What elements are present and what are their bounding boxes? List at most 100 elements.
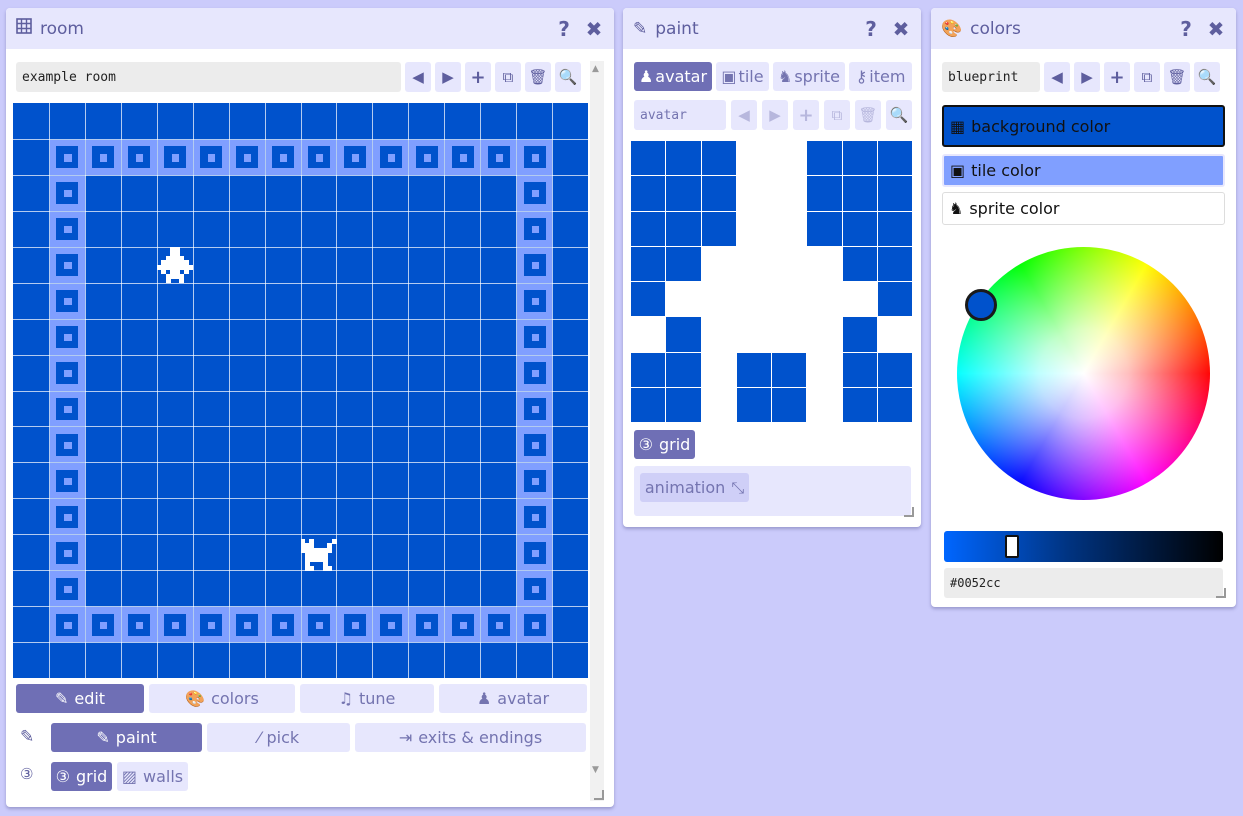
paint-pixel[interactable]	[701, 176, 737, 212]
close-button[interactable]: ✖	[1206, 19, 1226, 39]
avatar-sprite[interactable]	[156, 246, 194, 284]
paint-pixel[interactable]	[736, 387, 772, 423]
help-button[interactable]: ?	[1176, 19, 1196, 39]
paint-pixel[interactable]	[877, 352, 913, 388]
paint-pixel[interactable]	[807, 352, 843, 388]
add-palette-button[interactable]: +	[1104, 62, 1130, 92]
paint-pixel[interactable]	[772, 176, 808, 212]
paint-pixel[interactable]	[666, 141, 702, 177]
paint-pixel[interactable]	[666, 282, 702, 318]
cat-sprite[interactable]	[300, 534, 337, 571]
find-drawing-button[interactable]: 🔍	[886, 100, 912, 130]
paint-pixel[interactable]	[701, 387, 737, 423]
room-name-input[interactable]: example room	[16, 62, 401, 92]
paint-pixel[interactable]	[807, 141, 843, 177]
next-drawing-button[interactable]: ▶	[762, 100, 788, 130]
hex-color-input[interactable]: #0052cc	[944, 568, 1223, 598]
paint-pixel[interactable]	[736, 352, 772, 388]
drawing-name-input[interactable]: avatar	[634, 100, 726, 130]
paint-pixel[interactable]	[701, 246, 737, 282]
add-room-button[interactable]: +	[465, 62, 491, 92]
delete-room-button[interactable]: 🗑	[525, 62, 551, 92]
animation-button[interactable]: animation ⤡	[640, 473, 749, 502]
paint-pixel[interactable]	[631, 352, 667, 388]
paint-pixel[interactable]	[701, 282, 737, 318]
paint-pixel[interactable]	[807, 246, 843, 282]
close-button[interactable]: ✖	[891, 19, 911, 39]
previous-drawing-button[interactable]: ◀	[731, 100, 757, 130]
paint-pixel[interactable]	[877, 211, 913, 247]
tab-edit[interactable]: ✎ edit	[16, 684, 144, 713]
tab-tune[interactable]: ♫ tune	[300, 684, 434, 713]
room-canvas[interactable]	[13, 103, 588, 678]
tab-avatar[interactable]: ♟ avatar	[439, 684, 587, 713]
paint-pixel[interactable]	[701, 317, 737, 353]
paint-pixel[interactable]	[631, 387, 667, 423]
paint-pixel[interactable]	[772, 317, 808, 353]
paint-pixel[interactable]	[877, 282, 913, 318]
paint-pixel[interactable]	[631, 317, 667, 353]
toggle-grid[interactable]: ③ grid	[51, 762, 112, 791]
paint-pixel[interactable]	[666, 246, 702, 282]
resize-handle[interactable]	[594, 790, 604, 800]
paint-pixel[interactable]	[666, 352, 702, 388]
paint-pixel[interactable]	[736, 317, 772, 353]
paint-tab-item[interactable]: ⚷ item	[849, 62, 912, 91]
paint-pixel[interactable]	[807, 387, 843, 423]
tool-exits[interactable]: ⇥ exits & endings	[355, 723, 586, 752]
paint-pixel[interactable]	[666, 387, 702, 423]
paint-pixel[interactable]	[877, 246, 913, 282]
paint-pixel[interactable]	[842, 317, 878, 353]
paint-pixel[interactable]	[877, 141, 913, 177]
paint-pixel[interactable]	[842, 282, 878, 318]
delete-drawing-button[interactable]: 🗑	[855, 100, 881, 130]
paint-pixel[interactable]	[842, 352, 878, 388]
paint-pixel[interactable]	[877, 317, 913, 353]
paint-grid-toggle[interactable]: ③ grid	[634, 430, 695, 459]
paint-pixel[interactable]	[842, 246, 878, 282]
paint-pixel[interactable]	[736, 246, 772, 282]
paint-pixel[interactable]	[772, 141, 808, 177]
find-palette-button[interactable]: 🔍	[1194, 62, 1220, 92]
paint-pixel[interactable]	[772, 282, 808, 318]
paint-pixel[interactable]	[807, 317, 843, 353]
delete-palette-button[interactable]: 🗑	[1164, 62, 1190, 92]
add-drawing-button[interactable]: +	[793, 100, 819, 130]
resize-handle[interactable]	[1216, 588, 1226, 598]
lightness-slider[interactable]	[944, 531, 1223, 562]
paint-pixel[interactable]	[701, 211, 737, 247]
toggle-walls[interactable]: ▨ walls	[117, 762, 188, 791]
paint-tab-sprite[interactable]: ♞ sprite	[773, 62, 845, 91]
palette-name-input[interactable]: blueprint	[942, 62, 1040, 92]
duplicate-room-button[interactable]: ⧉	[495, 62, 521, 92]
paint-pixel[interactable]	[807, 282, 843, 318]
help-button[interactable]: ?	[861, 19, 881, 39]
find-room-button[interactable]: 🔍	[555, 62, 581, 92]
next-palette-button[interactable]: ▶	[1074, 62, 1100, 92]
paint-pixel[interactable]	[736, 141, 772, 177]
paint-pixel[interactable]	[842, 211, 878, 247]
next-room-button[interactable]: ▶	[435, 62, 461, 92]
duplicate-drawing-button[interactable]: ⧉	[824, 100, 850, 130]
paint-pixel[interactable]	[701, 141, 737, 177]
paint-pixel[interactable]	[666, 211, 702, 247]
paint-pixel[interactable]	[807, 211, 843, 247]
close-button[interactable]: ✖	[584, 19, 604, 39]
scroll-down-icon[interactable]: ▼	[592, 765, 599, 775]
paint-pixel[interactable]	[877, 387, 913, 423]
paint-tab-avatar[interactable]: ♟ avatar	[634, 62, 712, 91]
lightness-slider-thumb[interactable]	[1005, 535, 1020, 558]
tool-paint[interactable]: ✎ paint	[51, 723, 202, 752]
resize-handle[interactable]	[904, 507, 914, 517]
paint-pixel[interactable]	[631, 176, 667, 212]
paint-pixel[interactable]	[772, 211, 808, 247]
room-scrollbar[interactable]	[590, 61, 604, 801]
paint-pixel[interactable]	[807, 176, 843, 212]
paint-pixel[interactable]	[631, 246, 667, 282]
tab-colors[interactable]: 🎨 colors	[149, 684, 295, 713]
color-wheel-handle[interactable]	[965, 289, 997, 321]
paint-pixel[interactable]	[701, 352, 737, 388]
paint-canvas[interactable]	[631, 141, 913, 423]
paint-pixel[interactable]	[772, 246, 808, 282]
paint-pixel[interactable]	[666, 317, 702, 353]
